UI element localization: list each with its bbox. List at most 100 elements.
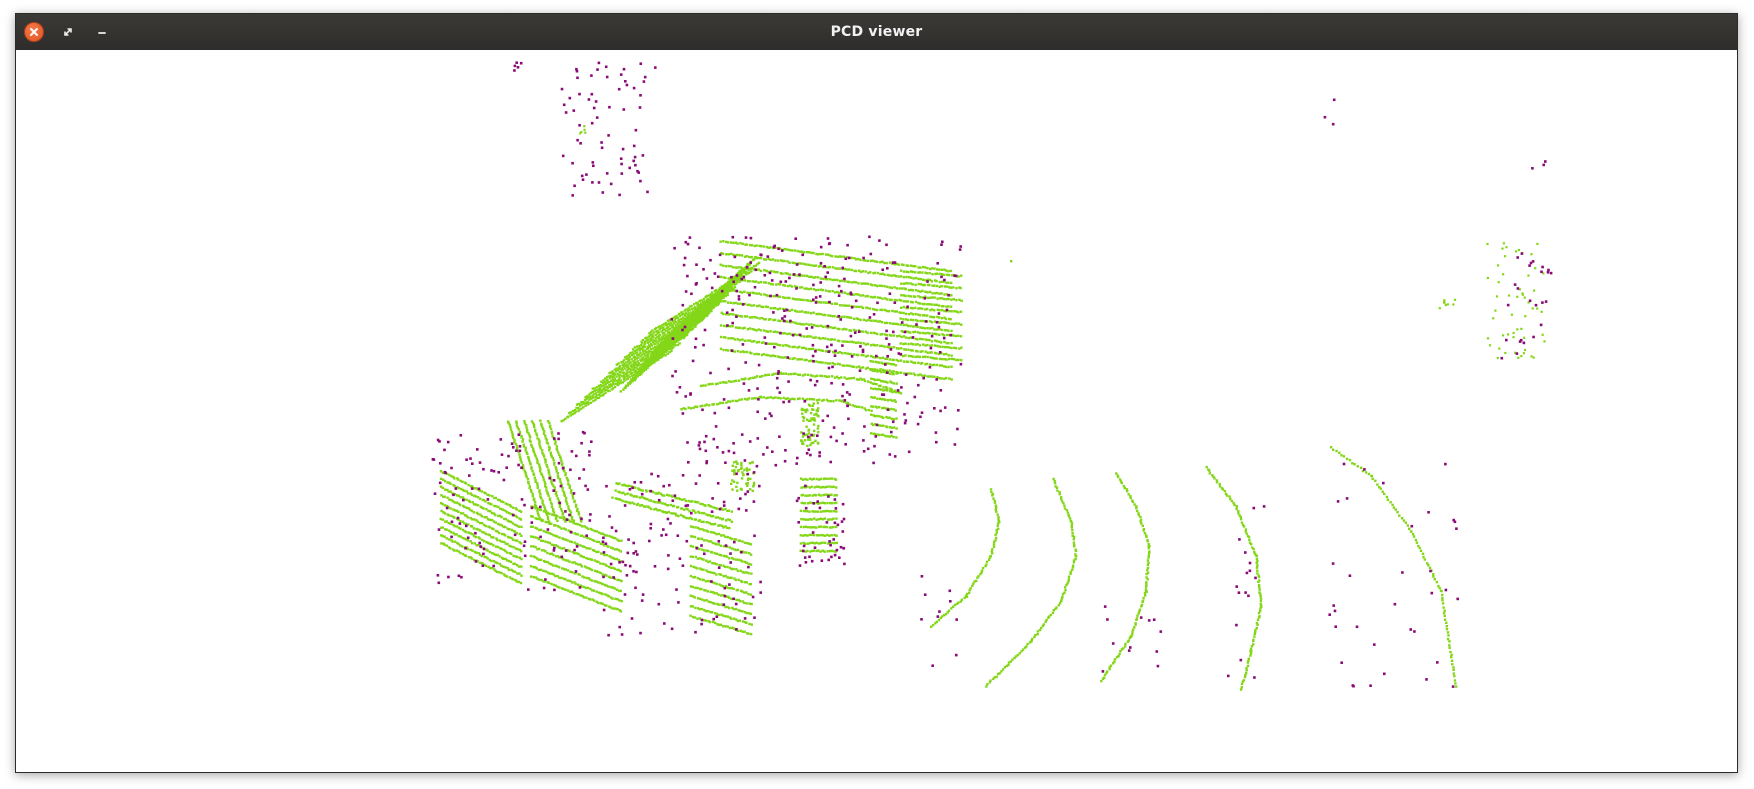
ground-point	[709, 505, 713, 508]
ground-point	[750, 270, 753, 273]
ground-point	[1036, 630, 1040, 633]
ground-point	[808, 438, 812, 441]
ground-point	[562, 558, 565, 561]
ground-point	[1073, 545, 1076, 548]
ground-point	[1245, 532, 1248, 535]
ground-point	[928, 283, 931, 287]
ground-point	[886, 425, 889, 429]
ground-point	[1067, 578, 1071, 581]
ground-point	[618, 373, 622, 376]
ground-point	[857, 341, 860, 344]
ground-point	[919, 314, 922, 317]
ground-point	[735, 558, 738, 561]
ground-point	[675, 314, 678, 318]
ground-point	[928, 303, 931, 306]
ground-point	[713, 552, 716, 555]
ground-point	[690, 304, 693, 308]
ground-point	[677, 312, 681, 316]
ground-point	[778, 319, 782, 323]
ground-point	[886, 381, 889, 384]
ground-point	[719, 263, 722, 266]
ground-point	[852, 376, 856, 380]
ground-point	[833, 494, 836, 497]
ground-point	[560, 576, 563, 580]
ground-point	[888, 416, 891, 419]
ground-point	[578, 523, 582, 527]
ground-point	[916, 325, 919, 328]
ground-point	[823, 534, 827, 537]
ground-point	[578, 573, 581, 576]
ground-point	[613, 385, 617, 389]
ground-point	[869, 271, 872, 274]
point-cloud-viewport[interactable]	[16, 50, 1737, 772]
ground-point	[603, 553, 606, 557]
ground-point	[582, 596, 586, 599]
ground-point	[466, 539, 470, 542]
ground-point	[719, 623, 723, 626]
ground-point	[654, 339, 658, 342]
ground-point	[459, 551, 462, 555]
ground-point	[888, 358, 891, 361]
ground-point	[866, 366, 869, 369]
ground-point	[518, 453, 521, 456]
ground-point	[554, 574, 557, 578]
ground-point	[439, 477, 443, 480]
ground-point	[811, 494, 814, 497]
ground-point	[759, 256, 763, 260]
ground-point	[568, 560, 571, 563]
ground-point	[994, 536, 998, 540]
ground-point	[838, 339, 841, 343]
ground-point	[843, 364, 846, 367]
ground-point	[881, 433, 885, 436]
ground-point	[911, 343, 915, 346]
ground-point	[680, 408, 683, 411]
ground-point	[722, 324, 726, 328]
ground-point	[515, 447, 519, 450]
ground-point	[942, 353, 946, 356]
ground-point	[607, 545, 610, 548]
ground-point	[651, 329, 654, 332]
ground-point	[612, 381, 615, 385]
ground-point	[776, 343, 779, 346]
ground-point	[504, 525, 507, 529]
ground-point	[804, 525, 807, 528]
ground-point	[1259, 592, 1262, 596]
ground-point	[580, 403, 583, 406]
ground-point	[724, 276, 727, 280]
ground-point	[783, 284, 787, 287]
ground-point	[767, 294, 770, 298]
ground-point	[704, 504, 707, 507]
ground-point	[621, 499, 624, 503]
ground-point	[933, 357, 936, 360]
ground-point	[944, 365, 948, 369]
ground-point	[734, 379, 738, 382]
point-cloud-canvas[interactable]	[16, 50, 1737, 772]
ground-point	[900, 371, 903, 374]
ground-point	[810, 518, 813, 521]
ground-point	[736, 462, 739, 465]
ground-point	[827, 399, 830, 403]
ground-point	[859, 341, 862, 345]
ground-point	[1118, 652, 1121, 656]
ground-point	[900, 299, 903, 302]
ground-point	[922, 265, 925, 269]
ground-point	[913, 361, 917, 365]
ground-point	[928, 375, 931, 378]
ground-point	[555, 494, 558, 497]
ground-point	[720, 594, 723, 597]
ground-point	[534, 505, 538, 508]
ground-point	[902, 360, 906, 363]
ground-point	[776, 355, 780, 358]
ground-point	[703, 599, 706, 602]
ground-point	[803, 502, 807, 505]
ground-point	[772, 372, 776, 376]
ground-point	[819, 337, 822, 340]
ground-point	[921, 331, 925, 335]
ground-point	[659, 501, 662, 504]
ground-point	[1108, 667, 1111, 671]
ground-point	[597, 570, 600, 574]
ground-point	[601, 562, 605, 566]
window-titlebar[interactable]: PCD viewer	[16, 14, 1737, 50]
ground-point	[826, 278, 829, 281]
ground-point	[968, 588, 971, 592]
